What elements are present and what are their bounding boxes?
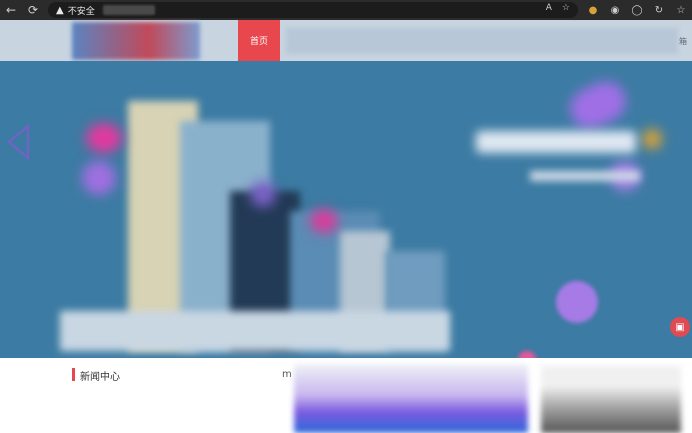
news-card[interactable] <box>541 366 681 433</box>
building-illustration <box>60 311 450 351</box>
reload-icon[interactable]: ⟳ <box>24 0 42 20</box>
favorites-icon[interactable]: ☆ <box>562 3 570 13</box>
extension-icon[interactable]: ◯ <box>630 2 644 18</box>
nav-menu[interactable] <box>286 28 678 54</box>
site-header: 首页 箱 <box>0 20 692 61</box>
decorative-blob <box>86 123 122 153</box>
decorative-blob <box>642 129 662 149</box>
hero-slogan <box>476 131 636 153</box>
decorative-blob <box>518 351 536 358</box>
url-text <box>102 5 155 15</box>
address-bar[interactable]: ▲ 不安全 A ☆ <box>48 2 578 18</box>
extension-icon[interactable]: ● <box>586 2 600 18</box>
nav-menu-edge: 箱 <box>679 37 687 46</box>
decorative-blob <box>556 281 598 323</box>
favorites-bar-icon[interactable]: ☆ <box>674 2 688 18</box>
site-logo[interactable] <box>72 22 200 60</box>
decorative-blob <box>564 75 632 135</box>
section-title: 新闻中心 <box>80 372 120 383</box>
back-icon[interactable]: ← <box>2 0 20 20</box>
read-aloud-icon[interactable]: A <box>546 3 552 13</box>
nav-home-tab[interactable]: 首页 <box>238 20 280 61</box>
news-section: 新闻中心 m <box>0 358 692 433</box>
hero-banner: ▣ <box>0 61 692 358</box>
extension-icon[interactable]: ↻ <box>652 2 666 18</box>
section-marker <box>72 368 75 381</box>
prev-slide-icon[interactable] <box>6 124 32 160</box>
inbox-icon[interactable]: ▣ <box>670 317 690 337</box>
news-card[interactable] <box>294 364 528 433</box>
warning-icon: ▲ <box>56 4 64 16</box>
hero-subtitle <box>530 171 640 181</box>
security-label: 不安全 <box>67 6 95 17</box>
extension-icon[interactable]: ◉ <box>608 2 622 18</box>
decorative-blob <box>310 209 338 233</box>
browser-toolbar: ← ⟳ ▲ 不安全 A ☆ ● ◉ ◯ ↻ ☆ <box>0 0 692 20</box>
decorative-blob <box>82 161 116 195</box>
more-link[interactable]: m <box>282 369 292 380</box>
decorative-blob <box>250 181 276 207</box>
